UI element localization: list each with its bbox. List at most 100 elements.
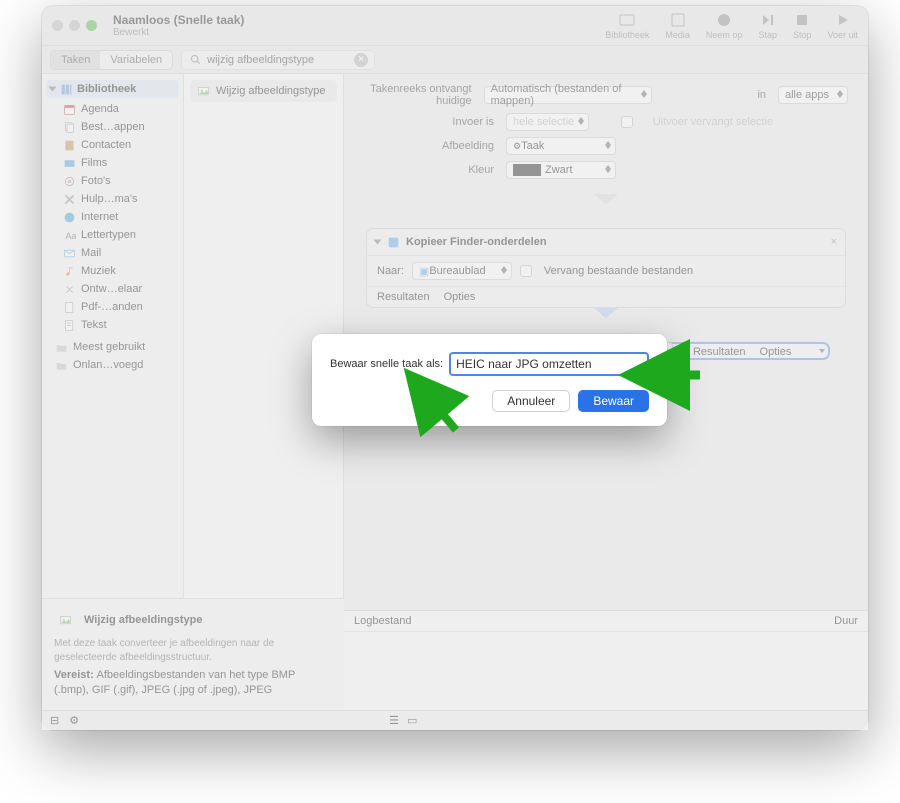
save-as-input[interactable] bbox=[449, 352, 649, 376]
sidebar-item[interactable]: Foto's bbox=[60, 172, 179, 190]
close-icon[interactable]: × bbox=[831, 236, 837, 248]
sidebar-item[interactable]: Films bbox=[60, 154, 179, 172]
window-title-group: Naamloos (Snelle taak) Bewerkt bbox=[113, 13, 244, 38]
folder-icon bbox=[54, 358, 68, 372]
clear-search-icon[interactable]: × bbox=[354, 53, 368, 67]
sidebar-item[interactable]: Mail bbox=[60, 244, 179, 262]
toolbar-media-button[interactable]: Media bbox=[665, 12, 690, 40]
sidebar-item[interactable]: Meest gebruikt bbox=[52, 338, 179, 356]
save-dialog: Bewaar snelle taak als: Annuleer Bewaar bbox=[312, 334, 667, 426]
replace-checkbox[interactable] bbox=[520, 265, 532, 277]
search-input[interactable] bbox=[207, 54, 349, 66]
save-button[interactable]: Bewaar bbox=[578, 390, 649, 412]
sidebar-item[interactable]: Pdf-…anden bbox=[60, 298, 179, 316]
sidebar-item[interactable]: Onlan…voegd bbox=[52, 356, 179, 374]
utilities-icon bbox=[62, 192, 76, 206]
tab-actions[interactable]: Taken bbox=[51, 51, 100, 69]
toolbar-run-button[interactable]: Voer uit bbox=[827, 12, 858, 40]
list-view-icon[interactable]: ☰ bbox=[389, 714, 399, 727]
options-tab[interactable]: Opties bbox=[760, 346, 792, 358]
window-title: Naamloos (Snelle taak) bbox=[113, 13, 244, 27]
maximize-icon[interactable] bbox=[86, 20, 97, 31]
pdf-icon bbox=[62, 300, 76, 314]
cancel-button[interactable]: Annuleer bbox=[492, 390, 570, 412]
titlebar: Naamloos (Snelle taak) Bewerkt Bibliothe… bbox=[42, 6, 868, 46]
options-tab[interactable]: Opties bbox=[444, 291, 476, 303]
sidebar-item[interactable]: Tekst bbox=[60, 316, 179, 334]
disclosure-icon bbox=[49, 87, 57, 92]
contacts-icon bbox=[62, 138, 76, 152]
calendar-icon bbox=[62, 102, 76, 116]
color-select[interactable]: Zwart bbox=[506, 161, 616, 179]
text-icon bbox=[62, 318, 76, 332]
description-title: Wijzig afbeeldingstype bbox=[84, 614, 202, 626]
action-card-copy-finder[interactable]: Kopieer Finder-onderdelen × Naar: ▣ Burea… bbox=[366, 228, 846, 308]
action-list-item[interactable]: Wijzig afbeeldingstype bbox=[190, 80, 337, 102]
files-icon bbox=[62, 120, 76, 134]
action-card-title: Kopieer Finder-onderdelen bbox=[406, 236, 547, 248]
replace-label: Vervang bestaande bestanden bbox=[544, 265, 693, 277]
log-header-label: Logbestand bbox=[354, 615, 412, 627]
output-replaces-checkbox[interactable] bbox=[621, 116, 633, 128]
toolbar-library-button[interactable]: Bibliotheek bbox=[605, 12, 649, 40]
disclosure-icon[interactable] bbox=[374, 240, 382, 245]
image-select[interactable]: ⚙︎ Taak bbox=[506, 137, 616, 155]
toolbar-record-button[interactable]: Neem op bbox=[706, 12, 743, 40]
tab-variables[interactable]: Variabelen bbox=[100, 51, 172, 69]
annotation-arrow-icon bbox=[626, 362, 706, 391]
search-field[interactable]: × bbox=[181, 50, 375, 70]
receives-type-select[interactable]: Automatisch (bestanden of mappen) bbox=[484, 86, 653, 104]
sidebar-item[interactable]: Agenda bbox=[60, 100, 179, 118]
copy-to-label: Naar: bbox=[377, 265, 404, 277]
sidebar-header-library[interactable]: Bibliotheek bbox=[46, 80, 179, 98]
requires-label: Vereist: bbox=[54, 669, 94, 681]
results-tab[interactable]: Resultaten bbox=[693, 346, 746, 358]
svg-text:Aa: Aa bbox=[65, 230, 76, 240]
close-icon[interactable] bbox=[52, 20, 63, 31]
input-select[interactable]: hele selectie bbox=[506, 113, 589, 131]
flow-view-icon[interactable]: ▭ bbox=[407, 714, 417, 727]
search-icon bbox=[188, 53, 202, 67]
toolbar-stop-button[interactable]: Stop bbox=[793, 12, 812, 40]
fonts-icon: Aa bbox=[62, 228, 76, 242]
toolbar-record-label: Neem op bbox=[706, 30, 743, 40]
connector-icon bbox=[356, 308, 856, 322]
results-tab[interactable]: Resultaten bbox=[377, 291, 430, 303]
developer-icon bbox=[62, 282, 76, 296]
image-action-icon bbox=[196, 84, 210, 98]
music-icon bbox=[62, 264, 76, 278]
sidebar-item[interactable]: Internet bbox=[60, 208, 179, 226]
copy-to-select[interactable]: ▣ Bureaublad bbox=[412, 262, 512, 280]
sidebar-item[interactable]: Ontw…elaar bbox=[60, 280, 179, 298]
hide-desc-icon[interactable]: ⊟ bbox=[50, 714, 59, 727]
image-label: Afbeelding bbox=[364, 140, 494, 152]
sidebar-item[interactable]: AaLettertypen bbox=[60, 226, 179, 244]
action-list-item-label: Wijzig afbeeldingstype bbox=[216, 85, 325, 97]
sidebar-item[interactable]: Muziek bbox=[60, 262, 179, 280]
toolbar-media-label: Media bbox=[665, 30, 690, 40]
internet-icon bbox=[62, 210, 76, 224]
sidebar-item[interactable]: Contacten bbox=[60, 136, 179, 154]
sidebar-item[interactable]: Hulp…ma's bbox=[60, 190, 179, 208]
gear-icon[interactable]: ⚙︎ bbox=[69, 714, 79, 727]
sidebar-item[interactable]: Best…appen bbox=[60, 118, 179, 136]
finder-icon bbox=[386, 235, 400, 249]
mail-icon bbox=[62, 246, 76, 260]
toolbar-stop-label: Stop bbox=[793, 30, 812, 40]
actions-vars-segment[interactable]: Taken Variabelen bbox=[50, 50, 173, 70]
image-action-icon bbox=[54, 609, 76, 631]
receives-label: Takenreeks ontvangt huidige bbox=[364, 83, 472, 107]
folder-icon bbox=[54, 340, 68, 354]
receives-in-label: in bbox=[658, 89, 766, 101]
input-label: Invoer is bbox=[364, 116, 494, 128]
color-swatch bbox=[513, 164, 541, 176]
minimize-icon[interactable] bbox=[69, 20, 80, 31]
library-icon bbox=[59, 82, 73, 96]
toolbar-step-button[interactable]: Stap bbox=[758, 12, 777, 40]
photos-icon bbox=[62, 174, 76, 188]
receives-app-select[interactable]: alle apps bbox=[778, 86, 848, 104]
toolbar-step-label: Stap bbox=[758, 30, 777, 40]
color-label: Kleur bbox=[364, 164, 494, 176]
connector-icon bbox=[356, 194, 856, 208]
toolbar-run-label: Voer uit bbox=[827, 30, 858, 40]
